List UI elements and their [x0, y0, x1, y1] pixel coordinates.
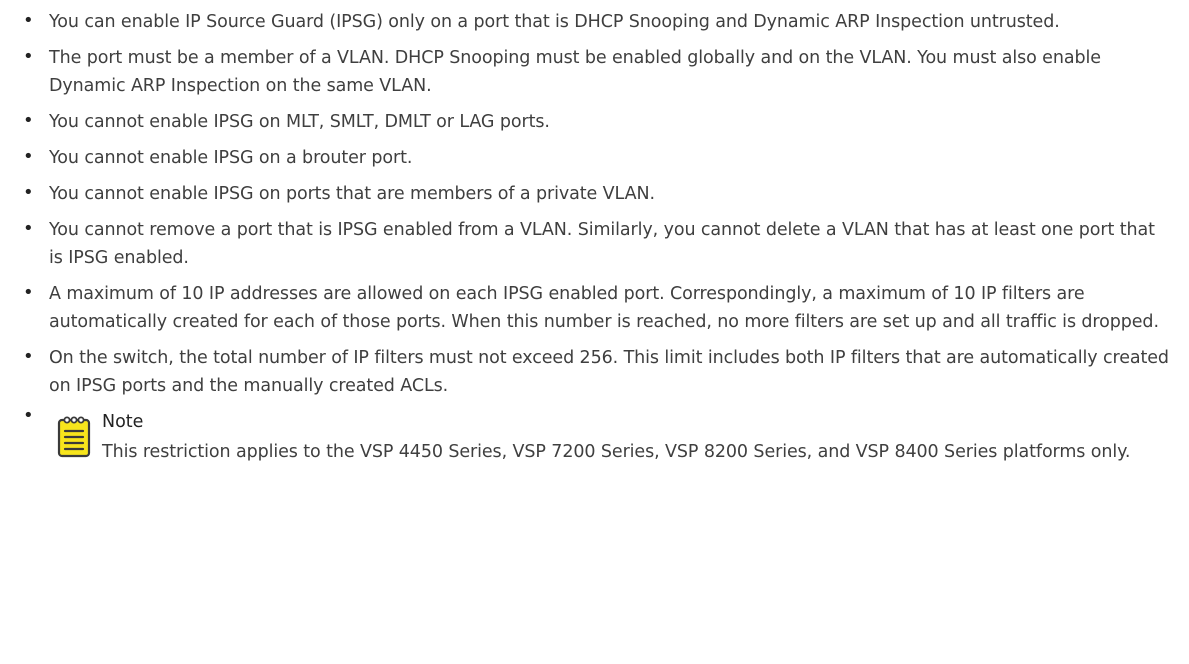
list-item-text: You cannot enable IPSG on a brouter port… — [49, 148, 413, 168]
list-item: You cannot enable IPSG on MLT, SMLT, DML… — [20, 107, 1169, 136]
document-page: You can enable IP Source Guard (IPSG) on… — [0, 0, 1189, 664]
list-item: The port must be a member of a VLAN. DHC… — [20, 43, 1169, 100]
list-item: You cannot enable IPSG on a brouter port… — [20, 143, 1169, 172]
list-item-text: You can enable IP Source Guard (IPSG) on… — [49, 12, 1060, 32]
list-item-text: On the switch, the total number of IP fi… — [49, 348, 1169, 396]
note-text: This restriction applies to the VSP 4450… — [102, 442, 1131, 462]
note-list-item: • Note This restriction applies to the V… — [20, 405, 1169, 508]
note-title: Note — [102, 412, 144, 432]
list-item-text: You cannot enable IPSG on MLT, SMLT, DML… — [49, 112, 550, 132]
note-body: Note This restriction applies to the VSP… — [102, 410, 1162, 466]
list-item-text: You cannot remove a port that is IPSG en… — [49, 220, 1155, 268]
list-item-text: You cannot enable IPSG on ports that are… — [49, 184, 655, 204]
notepad-icon — [57, 416, 91, 458]
bullet-glyph: • — [23, 405, 34, 426]
list-item: You can enable IP Source Guard (IPSG) on… — [20, 7, 1169, 36]
list-item: You cannot enable IPSG on ports that are… — [20, 179, 1169, 208]
list-item: A maximum of 10 IP addresses are allowed… — [20, 279, 1169, 336]
restrictions-list: You can enable IP Source Guard (IPSG) on… — [20, 7, 1169, 400]
list-item-text: A maximum of 10 IP addresses are allowed… — [49, 284, 1159, 332]
list-item: You cannot remove a port that is IPSG en… — [20, 215, 1169, 272]
list-item-text: The port must be a member of a VLAN. DHC… — [49, 48, 1101, 96]
list-item: On the switch, the total number of IP fi… — [20, 343, 1169, 400]
